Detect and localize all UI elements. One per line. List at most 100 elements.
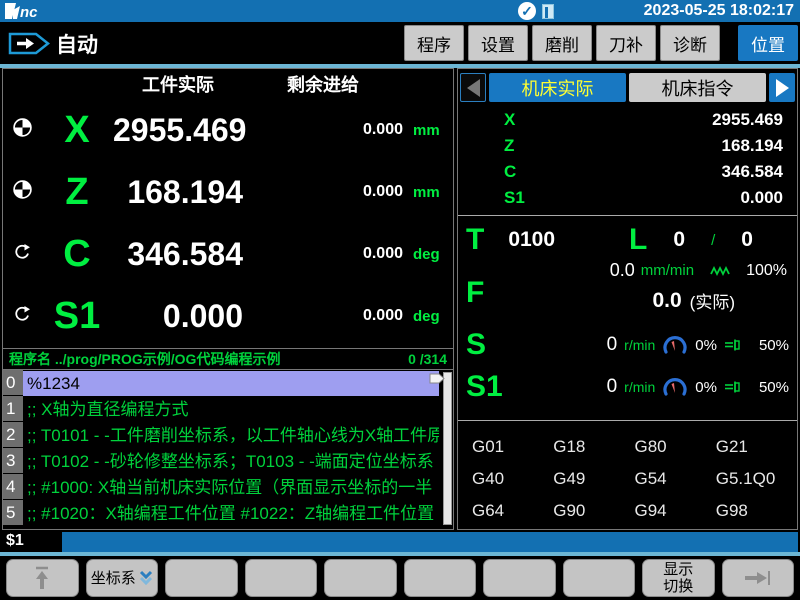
feed-override-icon — [710, 265, 732, 277]
rotate-icon — [3, 305, 41, 328]
program-line[interactable]: 5 ;; #1020：X轴编程工件位置 #1022：Z轴编程工件位置 — [3, 500, 453, 526]
axis-name: C — [41, 235, 113, 273]
feed-value: 0.0 — [610, 260, 635, 281]
axis-name: Z — [41, 173, 113, 211]
axis-value: 2955.469 — [113, 112, 243, 149]
feed-override-pct: 100% — [746, 262, 787, 280]
softkey-empty[interactable] — [324, 559, 397, 597]
toolbar: 自动 程序 设置 磨削 刀补 诊断 位置 — [0, 22, 800, 64]
spindle-max-pct: 50% — [759, 337, 789, 354]
tab-machine-actual[interactable]: 机床实际 — [489, 73, 626, 102]
softkey-return-button[interactable] — [6, 559, 79, 597]
softkey-empty[interactable] — [245, 559, 318, 597]
top-status-bar: nc ✓ 2023-05-25 18:02:17 — [0, 0, 800, 22]
spindle-label: S1 — [466, 372, 503, 402]
softkey-empty[interactable] — [404, 559, 477, 597]
scroll-marker-icon[interactable] — [429, 372, 445, 385]
softkey-next-menu-button[interactable] — [722, 559, 795, 597]
tab-scroll-right-icon[interactable] — [769, 73, 795, 102]
feed-block: F 0.0 mm/min 100% 0.0 (实际) — [458, 256, 797, 326]
tool-number: 0100 — [508, 228, 555, 252]
right-arrow-bar-icon — [743, 569, 773, 587]
axis-name: X — [41, 111, 113, 149]
program-line[interactable]: 0 %1234 — [3, 370, 453, 396]
gcode: G54 — [635, 469, 716, 489]
axis-value: 0.000 — [113, 298, 243, 335]
softkey-empty[interactable] — [483, 559, 556, 597]
channel-label: $1 — [6, 532, 24, 550]
l-label: L — [629, 225, 647, 255]
gcode: G64 — [472, 501, 553, 521]
machine-axis-name: C — [504, 162, 516, 182]
softkey-display-switch-button[interactable]: 显示 切换 — [642, 559, 715, 597]
storage-icon — [542, 4, 554, 19]
gauge-icon — [662, 336, 688, 355]
line-number: 5 — [3, 500, 23, 525]
feed-label: F — [466, 278, 484, 308]
tab-diagnosis[interactable]: 诊断 — [660, 25, 720, 61]
tab-position[interactable]: 位置 — [738, 25, 798, 61]
up-arrow-icon — [32, 565, 52, 591]
line-text: ;; T0101 - -工件磨削坐标系，以工件轴心线为X轴工件原 — [23, 423, 439, 448]
spindle-label: S — [466, 330, 486, 360]
gcode: G21 — [716, 437, 797, 457]
header-workpiece-actual: 工件实际 — [113, 71, 243, 97]
axis-unit: deg — [403, 246, 453, 263]
feed-actual-value: 0.0 — [652, 289, 681, 313]
program-scrollbar[interactable] — [443, 372, 452, 525]
status-ok-icon: ✓ — [518, 2, 536, 20]
program-line[interactable]: 1 ;; X轴为直径编程方式 — [3, 396, 453, 422]
program-line[interactable]: 4 ;; #1000: X轴当前机床实际位置（界面显示坐标的一半 — [3, 474, 453, 500]
brand-logo-icon: nc — [4, 2, 74, 20]
program-listing[interactable]: 0 %1234 1 ;; X轴为直径编程方式 2 ;; T0101 - -工件磨… — [3, 369, 453, 527]
feed-actual-label: (实际) — [690, 288, 735, 313]
svg-text:nc: nc — [20, 4, 38, 20]
gcode: G90 — [553, 501, 634, 521]
gcode: G98 — [716, 501, 797, 521]
command-input[interactable] — [62, 532, 798, 552]
machine-axis-value: 2955.469 — [712, 110, 783, 130]
gcode: G40 — [472, 469, 553, 489]
tab-grinding[interactable]: 磨削 — [532, 25, 592, 61]
machine-axis-name: S1 — [504, 188, 525, 208]
program-line[interactable]: 3 ;; T0102 - -砂轮修整坐标系；T0103 - -端面定位坐标系 — [3, 448, 453, 474]
tool-row: T 0100 L 0 / 0 — [458, 220, 797, 256]
double-chevron-down-icon — [139, 570, 153, 586]
spindle-row: S1 0 r/min 0% 50% — [458, 368, 797, 410]
machine-axis-row: Z 168.194 — [458, 133, 797, 159]
axis-row-c: C 346.584 0.000 deg — [3, 223, 453, 285]
gcode: G01 — [472, 437, 553, 457]
tab-scroll-left-icon[interactable] — [460, 73, 486, 102]
spindle-load-pct: 0% — [695, 337, 717, 354]
divider — [458, 420, 797, 421]
axis-value: 346.584 — [113, 236, 243, 273]
feed-unit: mm/min — [641, 262, 694, 279]
tab-machine-command[interactable]: 机床指令 — [629, 73, 766, 102]
axis-row-s1: S1 0.000 0.000 deg — [3, 285, 453, 347]
l-value-1: 0 — [673, 228, 685, 252]
rotate-icon — [3, 243, 41, 266]
line-text: ;; X轴为直径编程方式 — [23, 397, 439, 422]
tab-tool-comp[interactable]: 刀补 — [596, 25, 656, 61]
softkey-empty[interactable] — [563, 559, 636, 597]
axis-remaining: 0.000 — [243, 183, 403, 201]
line-number: 2 — [3, 422, 23, 447]
softkey-coordinate-system-button[interactable]: 坐标系 — [86, 559, 159, 597]
program-line[interactable]: 2 ;; T0101 - -工件磨削坐标系，以工件轴心线为X轴工件原 — [3, 422, 453, 448]
line-number: 4 — [3, 474, 23, 499]
axis-name: S1 — [41, 297, 113, 335]
line-number: 0 — [3, 370, 23, 395]
axis-unit: mm — [403, 184, 453, 201]
line-number: 1 — [3, 396, 23, 421]
tool-label: T — [466, 225, 484, 255]
axis-row-x: X 2955.469 0.000 mm — [3, 99, 453, 161]
gcode-table: G01 G18 G80 G21 G40 G49 G54 G5.1Q0 G64 G… — [458, 425, 797, 527]
softkey-empty[interactable] — [165, 559, 238, 597]
divider-strip-bottom — [0, 552, 800, 556]
mode-arrow-icon — [8, 32, 50, 55]
spindle-unit: r/min — [624, 379, 655, 395]
tab-settings[interactable]: 设置 — [468, 25, 528, 61]
tab-program[interactable]: 程序 — [404, 25, 464, 61]
axis-row-z: Z 168.194 0.000 mm — [3, 161, 453, 223]
nav-tabs: 程序 设置 磨削 刀补 诊断 位置 — [404, 25, 798, 61]
